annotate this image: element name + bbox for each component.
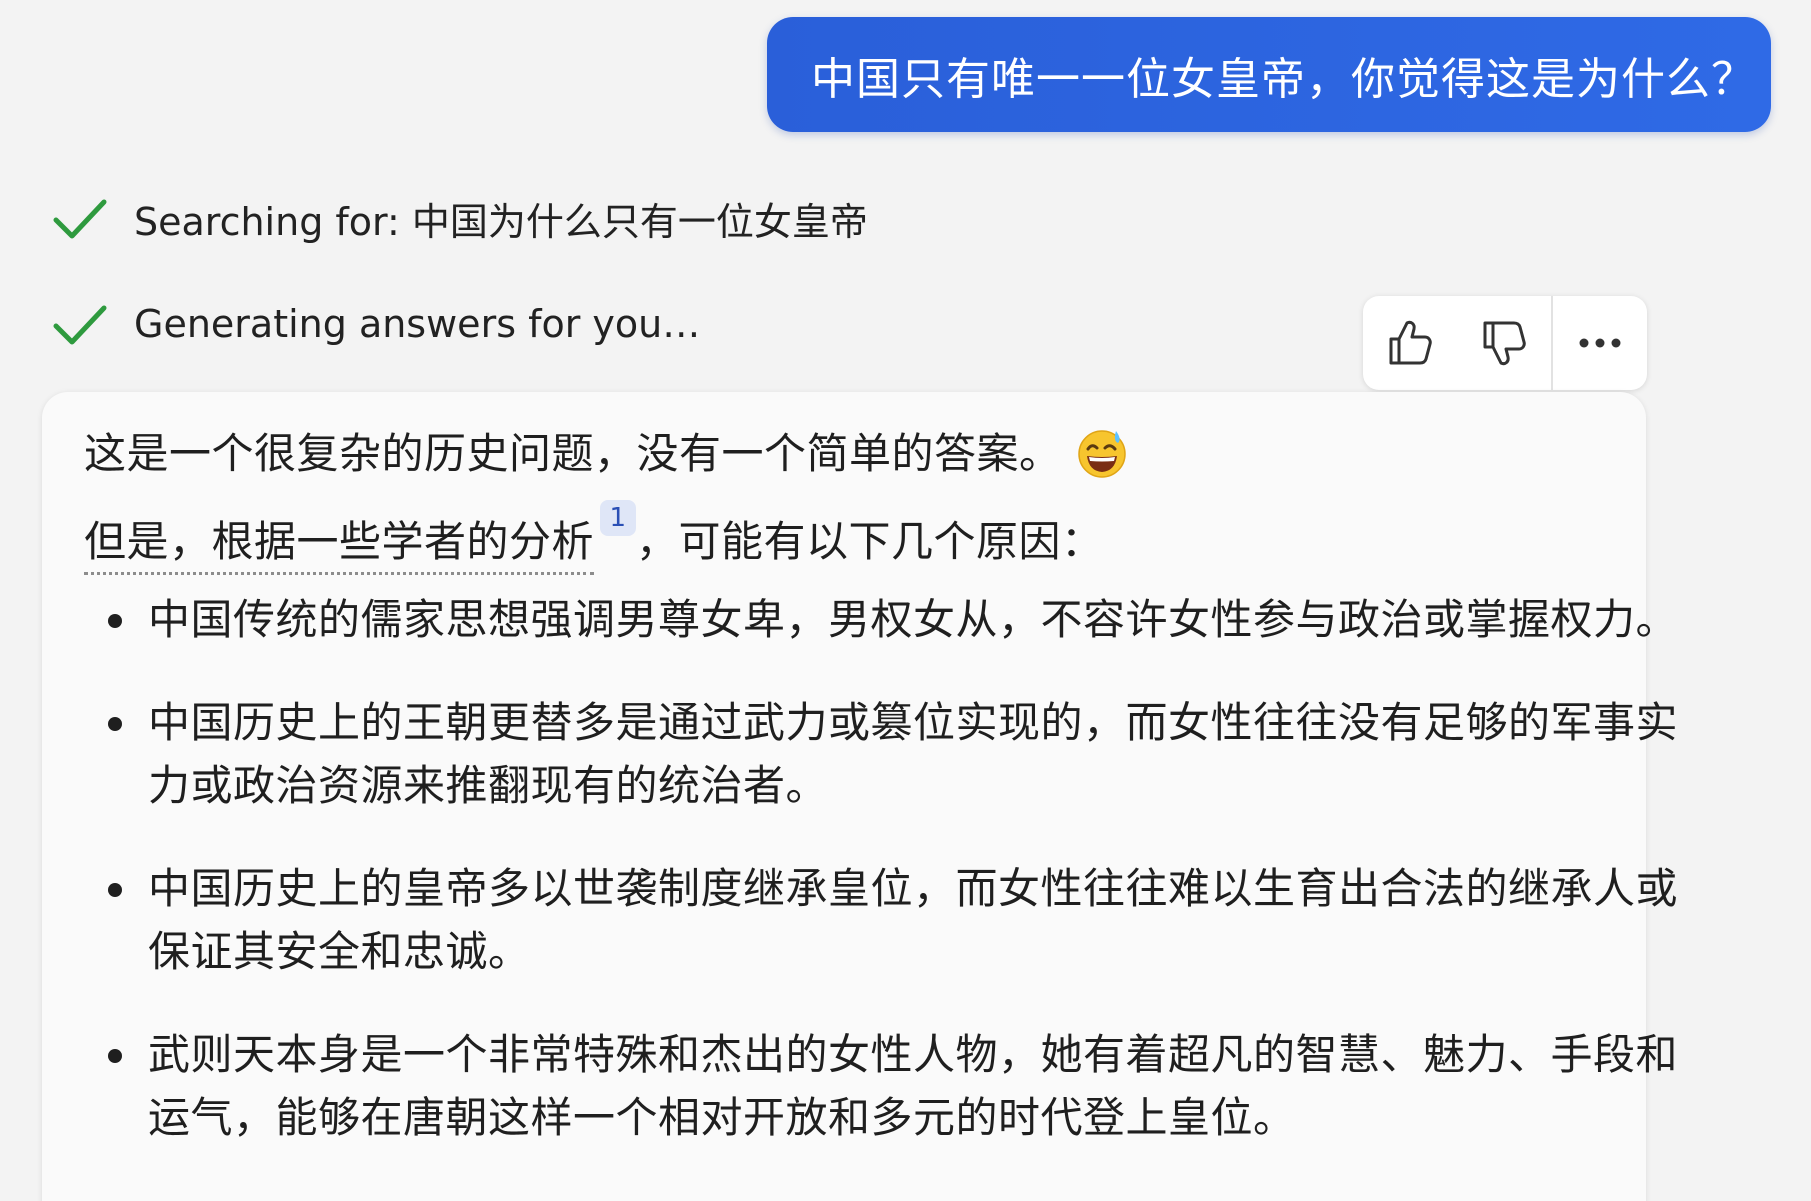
answer-lead: 但是，根据一些学者的分析 1 ，可能有以下几个原因： bbox=[84, 500, 1104, 575]
feedback-toolbar bbox=[1363, 296, 1647, 390]
list-item: 中国历史上的王朝更替多是通过武力或篡位实现的，而女性往往没有足够的军事实力或政治… bbox=[84, 691, 1678, 817]
list-item-text: 武则天本身是一个非常特殊和杰出的女性人物，她有着超凡的智慧、魅力、手段和运气，能… bbox=[148, 1030, 1679, 1142]
grinning-sweat-emoji-icon bbox=[1077, 429, 1126, 478]
bullet-icon bbox=[108, 614, 122, 628]
check-icon bbox=[53, 305, 107, 345]
answer-intro-text: 这是一个很复杂的历史问题，没有一个简单的答案。 bbox=[84, 429, 1062, 478]
citation-badge[interactable]: 1 bbox=[600, 500, 637, 536]
list-item: 中国历史上的皇帝多以世袭制度继承皇位，而女性往往难以生育出合法的继承人或保证其安… bbox=[84, 857, 1678, 983]
bullet-icon bbox=[108, 717, 122, 731]
list-item: 武则天本身是一个非常特殊和杰出的女性人物，她有着超凡的智慧、魅力、手段和运气，能… bbox=[84, 1023, 1678, 1149]
check-icon bbox=[53, 199, 107, 239]
thumbs-down-icon bbox=[1483, 321, 1526, 366]
like-button[interactable] bbox=[1363, 296, 1455, 390]
answer-intro: 这是一个很复杂的历史问题，没有一个简单的答案。 bbox=[84, 420, 1128, 483]
cited-text[interactable]: 但是，根据一些学者的分析 bbox=[84, 517, 595, 575]
chat-page: 中国只有唯一一位女皇帝，你觉得这是为什么？ Searching for: 中国为… bbox=[0, 0, 1811, 1201]
more-options-icon bbox=[1579, 338, 1620, 348]
bullet-icon bbox=[108, 1049, 122, 1063]
bullet-icon bbox=[108, 883, 122, 897]
list-item-text: 中国历史上的皇帝多以世袭制度继承皇位，而女性往往难以生育出合法的继承人或保证其安… bbox=[148, 864, 1679, 976]
list-item-text: 中国传统的儒家思想强调男尊女卑，男权女从，不容许女性参与政治或掌握权力。 bbox=[148, 595, 1679, 644]
more-options-button[interactable] bbox=[1553, 296, 1647, 390]
list-item-text: 中国历史上的王朝更替多是通过武力或篡位实现的，而女性往往没有足够的军事实力或政治… bbox=[148, 698, 1679, 810]
dislike-button[interactable] bbox=[1455, 296, 1551, 390]
answer-lead-rest: ，可能有以下几个原因： bbox=[636, 517, 1104, 566]
status-text: Searching for: 中国为什么只有一位女皇帝 bbox=[134, 199, 868, 244]
user-message-bubble: 中国只有唯一一位女皇帝，你觉得这是为什么？ bbox=[767, 17, 1771, 132]
reasons-list: 中国传统的儒家思想强调男尊女卑，男权女从，不容许女性参与政治或掌握权力。 中国历… bbox=[84, 588, 1678, 1189]
answer-card: 这是一个很复杂的历史问题，没有一个简单的答案。 但是，根据一些学者的分析 1 ，可能… bbox=[42, 392, 1678, 1201]
list-item: 中国传统的儒家思想强调男尊女卑，男权女从，不容许女性参与政治或掌握权力。 bbox=[84, 588, 1678, 651]
status-searching: Searching for: 中国为什么只有一位女皇帝 bbox=[50, 188, 868, 248]
status-text: Generating answers for you… bbox=[134, 302, 701, 346]
thumbs-up-icon bbox=[1389, 320, 1432, 365]
status-generating: Generating answers for you… bbox=[50, 294, 700, 354]
user-message-text: 中国只有唯一一位女皇帝，你觉得这是为什么？ bbox=[811, 53, 1756, 105]
